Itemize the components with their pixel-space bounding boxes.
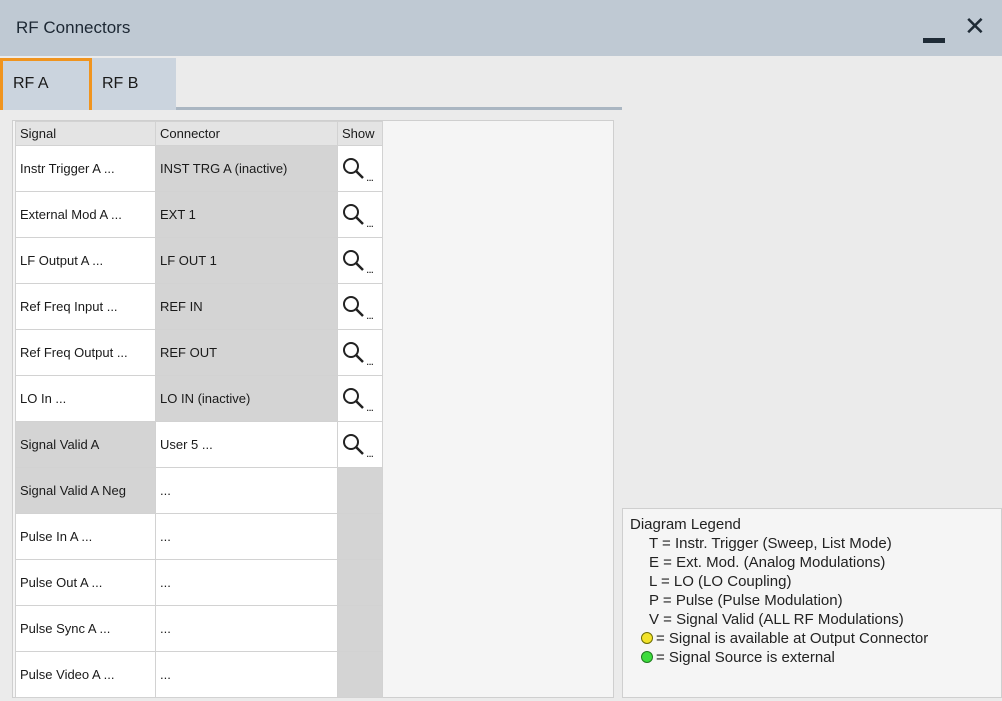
signal-cell[interactable]: Instr Trigger A ... (15, 145, 156, 192)
connector-cell[interactable]: ... (155, 651, 338, 698)
minimize-icon (923, 38, 945, 43)
more-indicator: ... (366, 170, 374, 184)
more-indicator: ... (366, 400, 374, 414)
tab-rf-b[interactable]: RF B (92, 58, 176, 110)
show-cell[interactable]: ... (337, 329, 383, 376)
search-icon[interactable] (342, 248, 366, 274)
more-indicator: ... (366, 308, 374, 322)
search-icon[interactable] (342, 432, 366, 458)
column-header-show: Show (337, 121, 383, 146)
more-indicator: ... (366, 354, 374, 368)
legend-item-external: = Signal Source is external (630, 648, 928, 667)
show-cell[interactable]: ... (337, 191, 383, 238)
signal-cell[interactable]: Signal Valid A Neg (15, 467, 156, 514)
yellow-dot-icon (641, 632, 653, 644)
legend-output-text: = Signal is available at Output Connecto… (656, 630, 929, 647)
search-icon[interactable] (342, 202, 366, 228)
signal-cell[interactable]: Pulse Sync A ... (15, 605, 156, 652)
signal-cell[interactable]: Pulse Video A ... (15, 651, 156, 698)
show-cell[interactable]: ... (337, 145, 383, 192)
more-indicator: ... (366, 262, 374, 276)
signal-cell[interactable]: Signal Valid A (15, 421, 156, 468)
signal-cell[interactable]: LF Output A ... (15, 237, 156, 284)
signal-cell[interactable]: Pulse In A ... (15, 513, 156, 560)
diagram-legend: Diagram Legend T = Instr. Trigger (Sweep… (630, 515, 928, 667)
column-header-connector: Connector (155, 121, 338, 146)
table-row: LO In ... LO IN (inactive)... (15, 375, 383, 422)
show-cell (337, 559, 383, 606)
table-row: Ref Freq Output ... REF OUT... (15, 329, 383, 376)
connector-cell[interactable]: ... (155, 605, 338, 652)
legend-item: L = LO (LO Coupling) (649, 573, 792, 590)
legend-item: E = Ext. Mod. (Analog Modulations) (649, 554, 886, 571)
green-dot-icon (641, 651, 653, 663)
legend-item-output: = Signal is available at Output Connecto… (630, 629, 928, 648)
connector-cell[interactable]: REF IN (155, 283, 338, 330)
table-row: Signal Valid A Neg... (15, 467, 383, 514)
minimize-button[interactable] (918, 10, 952, 44)
signal-cell[interactable]: Ref Freq Input ... (15, 283, 156, 330)
close-icon: ✕ (964, 11, 986, 41)
legend-item: P = Pulse (Pulse Modulation) (649, 592, 843, 609)
connector-table: Signal Connector Show Instr Trigger A ..… (15, 121, 383, 698)
window-title: RF Connectors (16, 18, 131, 37)
connector-cell[interactable]: ... (155, 559, 338, 606)
table-row: Instr Trigger A ... INST TRG A (inactive)… (15, 145, 383, 192)
title-bar: RF Connectors ✕ (0, 0, 1002, 56)
show-cell (337, 605, 383, 652)
legend-item: V = Signal Valid (ALL RF Modulations) (649, 611, 904, 628)
signal-cell[interactable]: Ref Freq Output ... (15, 329, 156, 376)
show-cell (337, 513, 383, 560)
signal-cell[interactable]: External Mod A ... (15, 191, 156, 238)
search-icon[interactable] (342, 340, 366, 366)
search-icon[interactable] (342, 294, 366, 320)
connector-cell[interactable]: EXT 1 (155, 191, 338, 238)
signal-cell[interactable]: LO In ... (15, 375, 156, 422)
connector-cell[interactable]: ... (155, 467, 338, 514)
connector-cell[interactable]: INST TRG A (inactive) (155, 145, 338, 192)
table-row: Pulse Out A ...... (15, 559, 383, 606)
column-header-signal: Signal (15, 121, 156, 146)
table-row: External Mod A ... EXT 1... (15, 191, 383, 238)
more-indicator: ... (366, 216, 374, 230)
table-row: Ref Freq Input ... REF IN... (15, 283, 383, 330)
table-row: Pulse In A ...... (15, 513, 383, 560)
search-icon[interactable] (342, 156, 366, 182)
table-row: Signal Valid A User 5 ...... (15, 421, 383, 468)
show-cell (337, 467, 383, 514)
connector-cell[interactable]: LF OUT 1 (155, 237, 338, 284)
table-row: Pulse Video A ...... (15, 651, 383, 698)
connector-cell[interactable]: User 5 ... (155, 421, 338, 468)
connector-cell[interactable]: REF OUT (155, 329, 338, 376)
more-indicator: ... (366, 446, 374, 460)
search-icon[interactable] (342, 386, 366, 412)
legend-title: Diagram Legend (630, 516, 741, 533)
show-cell[interactable]: ... (337, 421, 383, 468)
show-cell (337, 651, 383, 698)
signal-cell[interactable]: Pulse Out A ... (15, 559, 156, 606)
show-cell[interactable]: ... (337, 375, 383, 422)
close-button[interactable]: ✕ (962, 10, 996, 44)
legend-external-text: = Signal Source is external (656, 649, 835, 666)
show-cell[interactable]: ... (337, 283, 383, 330)
connector-cell[interactable]: LO IN (inactive) (155, 375, 338, 422)
tab-rf-a[interactable]: RF A (0, 58, 92, 110)
table-row: Pulse Sync A ...... (15, 605, 383, 652)
show-cell[interactable]: ... (337, 237, 383, 284)
legend-item: T = Instr. Trigger (Sweep, List Mode) (649, 535, 892, 552)
table-row: LF Output A ... LF OUT 1... (15, 237, 383, 284)
connector-cell[interactable]: ... (155, 513, 338, 560)
